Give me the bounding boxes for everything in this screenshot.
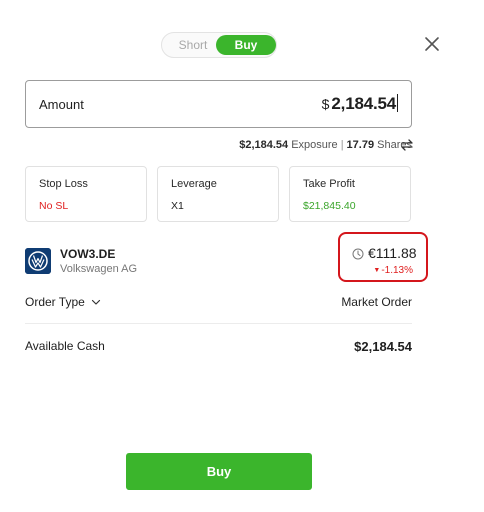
- divider: [25, 323, 412, 324]
- available-cash-label: Available Cash: [25, 339, 105, 353]
- buy-button[interactable]: Buy: [126, 453, 312, 490]
- side-toggle[interactable]: Short Buy: [161, 32, 277, 58]
- asset-symbol: VOW3.DE: [60, 247, 116, 261]
- order-type-value: Market Order: [341, 295, 412, 309]
- exposure-value: $2,184.54: [239, 139, 289, 151]
- chevron-down-icon: [92, 299, 101, 305]
- exposure-separator: |: [340, 139, 344, 151]
- swap-icon[interactable]: [400, 138, 414, 152]
- exposure-label: Exposure: [291, 139, 338, 151]
- order-type-dropdown[interactable]: Order Type: [25, 295, 101, 309]
- leverage-card[interactable]: Leverage X1: [157, 166, 279, 222]
- leverage-value: X1: [171, 200, 184, 212]
- exposure-summary: $2,184.54 Exposure | 17.79 Shares: [239, 139, 412, 151]
- down-arrow-icon: ▼: [373, 267, 381, 274]
- amount-currency: $: [321, 96, 330, 112]
- amount-field[interactable]: Amount $2,184.54: [25, 80, 412, 128]
- available-cash-value: $2,184.54: [354, 339, 412, 354]
- text-caret: [397, 94, 398, 112]
- leverage-title: Leverage: [171, 178, 217, 190]
- take-profit-card[interactable]: Take Profit $21,845.40: [289, 166, 411, 222]
- short-option[interactable]: Short: [164, 35, 222, 55]
- take-profit-value: $21,845.40: [303, 200, 356, 212]
- buy-option[interactable]: Buy: [216, 35, 276, 55]
- asset-price: €111.88: [368, 245, 417, 261]
- stop-loss-title: Stop Loss: [39, 178, 88, 190]
- price-change: ▼-1.13%: [373, 265, 413, 276]
- take-profit-title: Take Profit: [303, 178, 355, 190]
- stop-loss-value: No SL: [39, 200, 69, 212]
- price-highlight: €111.88 ▼-1.13%: [338, 232, 428, 282]
- amount-label: Amount: [39, 97, 84, 112]
- close-icon[interactable]: [424, 36, 440, 52]
- order-type-label: Order Type: [25, 295, 85, 309]
- shares-value: 17.79: [346, 139, 375, 151]
- price-change-value: -1.13%: [381, 265, 413, 276]
- volkswagen-logo: [25, 248, 51, 274]
- stop-loss-card[interactable]: Stop Loss No SL: [25, 166, 147, 222]
- amount-value[interactable]: $2,184.54: [322, 94, 398, 114]
- amount-number: 2,184.54: [331, 94, 396, 113]
- clock-icon: [352, 248, 364, 260]
- asset-name: Volkswagen AG: [60, 263, 138, 275]
